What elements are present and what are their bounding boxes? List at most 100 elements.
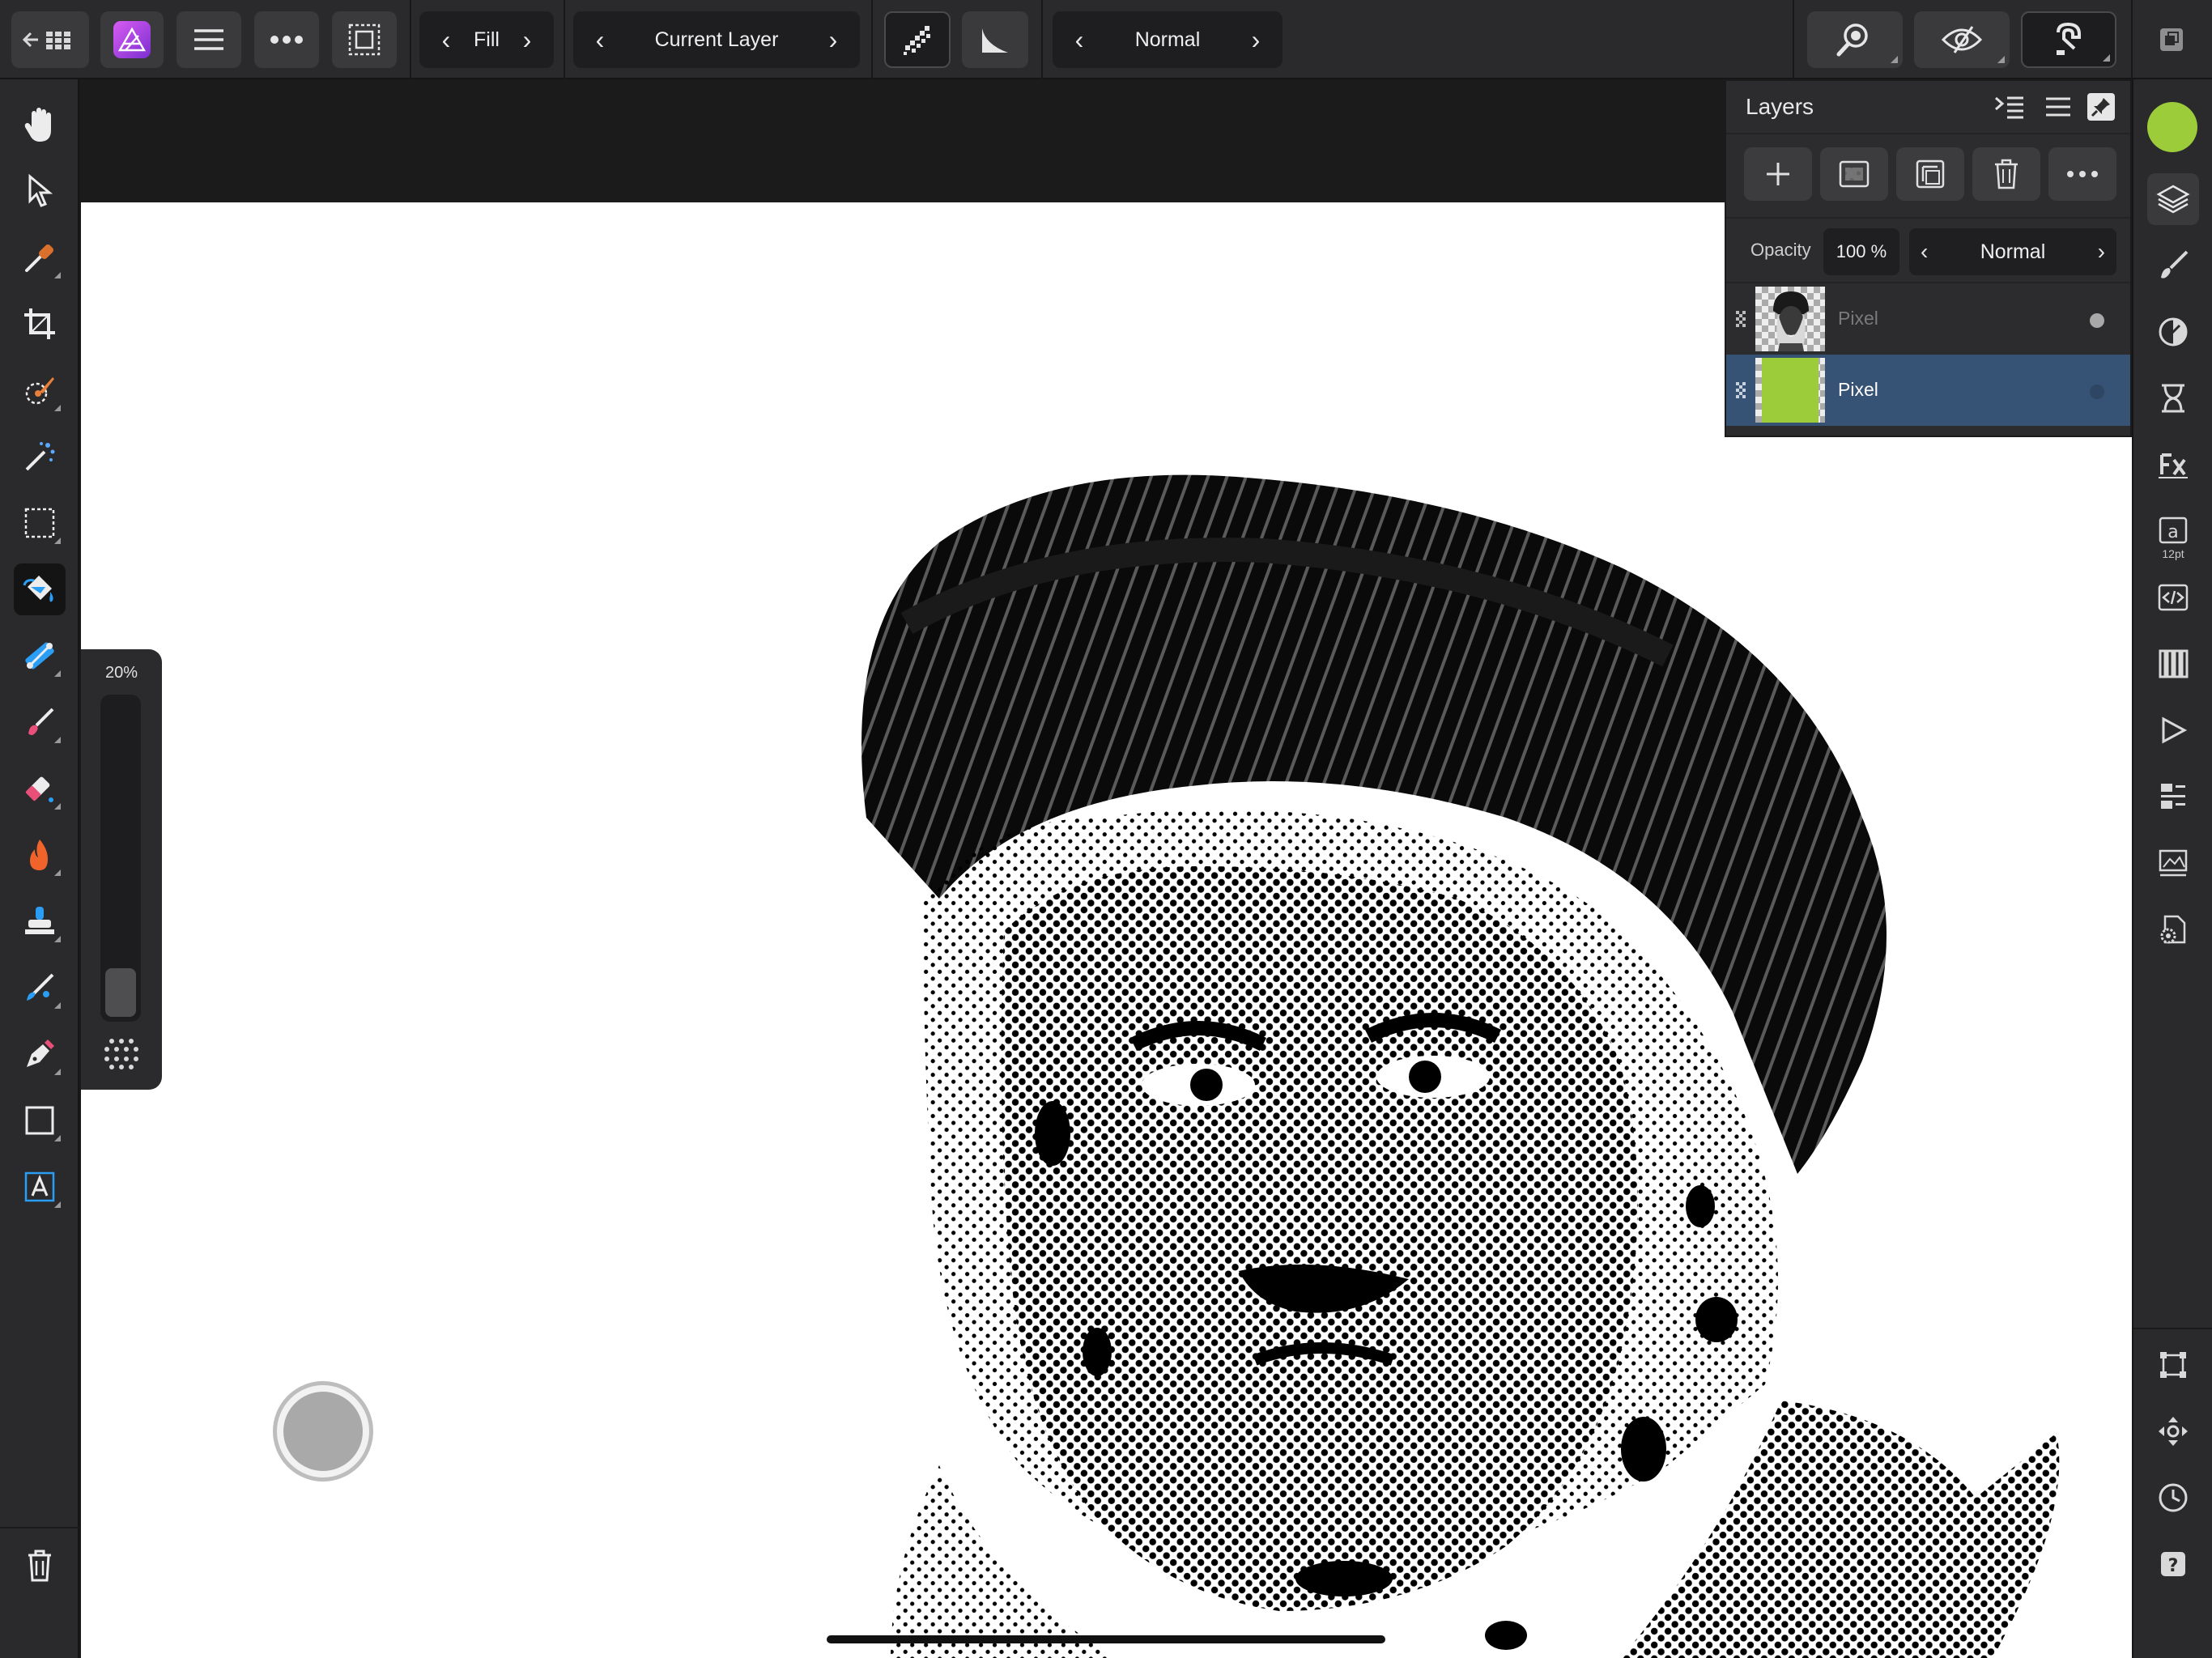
brush-width-value: 20% [104,664,138,682]
add-mask-button[interactable] [1820,147,1888,201]
flood-fill-tool[interactable] [14,563,66,615]
color-picker-tool[interactable] [14,232,66,283]
slider-settings-button[interactable] [102,1035,141,1073]
submenu-corner [54,405,61,411]
gradient-tool[interactable] [14,630,66,682]
transform-studio-button[interactable] [2147,1339,2199,1391]
studio-divider [2133,1328,2212,1329]
ramp-toggle[interactable] [962,11,1028,68]
home-button[interactable] [11,11,89,68]
view-tool[interactable] [14,99,66,151]
macro-studio-button[interactable] [2147,572,2199,623]
dodge-burn-tool[interactable] [14,829,66,881]
zoom-button[interactable] [1807,11,1903,68]
menu-icon [2046,97,2070,117]
layer-name: Pixel [1838,308,1878,329]
document-menu-button[interactable] [177,11,241,68]
selection-brush-tool[interactable] [14,364,66,416]
layer-visibility-toggle[interactable] [2090,385,2104,399]
chevron-left-icon[interactable]: ‹ [1067,11,1091,68]
slider-thumb[interactable] [105,968,136,1017]
document-settings-button[interactable] [2147,903,2199,955]
move-studio-button[interactable] [2147,1405,2199,1457]
layers-studio-button[interactable] [2147,173,2199,225]
selection-button[interactable] [332,11,397,68]
current-color-swatch[interactable] [2147,102,2197,152]
submenu-corner [54,803,61,810]
character-studio-button[interactable]: a 12pt [2147,505,2199,560]
layers-icon [2156,185,2190,214]
history-studio-button[interactable] [2147,372,2199,424]
chevron-left-icon[interactable]: ‹ [434,11,458,68]
text-tool[interactable] [14,1161,66,1213]
clone-tool[interactable] [14,895,66,947]
crop-tool[interactable] [14,298,66,350]
fill-mode-selector[interactable]: ‹ Fill › [419,11,554,68]
erase-brush-tool[interactable] [14,763,66,814]
modifier-shortcut-button[interactable] [273,1381,373,1482]
opacity-label: Opacity [1750,240,1811,260]
chevron-right-icon[interactable]: › [515,11,539,68]
more-button[interactable] [254,11,319,68]
chevron-right-icon[interactable]: › [2098,239,2105,265]
navigator-studio-button[interactable] [2147,771,2199,823]
macro-icon [2158,584,2189,611]
slider-track[interactable] [100,695,141,1022]
drag-handle-icon[interactable] [1734,309,1747,329]
dither-icon [904,26,930,55]
brush-icon [28,708,54,735]
swatches-studio-button[interactable] [2147,638,2199,690]
chevron-right-icon[interactable]: › [821,11,845,68]
snapping-button[interactable] [2021,11,2116,68]
marquee-tool[interactable] [14,497,66,549]
history-timeline-button[interactable] [2147,1472,2199,1524]
fx-studio-button[interactable] [2147,439,2199,491]
layer-row-selected[interactable]: Pixel [1726,355,2130,426]
brushes-studio-button[interactable] [2147,240,2199,291]
toolbar-separator [410,0,411,79]
dither-toggle[interactable] [884,11,951,68]
view-mode-button[interactable] [1914,11,2010,68]
rectangle-tool[interactable] [14,1095,66,1146]
panel-menu-button[interactable] [2042,91,2074,123]
delete-tool[interactable] [14,1540,66,1592]
pointer-icon [28,173,53,207]
toolbar-separator [2131,0,2133,79]
layer-row[interactable]: Pixel [1726,283,2130,355]
chevron-left-icon[interactable]: ‹ [1921,239,1928,265]
move-icon [2159,1417,2188,1446]
trash-icon [1995,159,2018,189]
group-icon [1916,159,1945,189]
blend-mode-selector[interactable]: ‹ Normal › [1053,11,1283,68]
layer-options-button[interactable] [2048,147,2116,201]
opacity-field[interactable]: 100 % [1823,228,1899,275]
layer-visibility-toggle[interactable] [2090,313,2104,328]
pen-tool[interactable] [14,1028,66,1080]
drag-handle-icon[interactable] [1734,380,1747,400]
add-layer-button[interactable] [1744,147,1812,201]
window-button[interactable] [2154,11,2189,68]
layer-blend-mode-selector[interactable]: ‹ Normal › [1909,228,2116,275]
stock-studio-button[interactable] [2147,837,2199,889]
adjustments-studio-button[interactable] [2147,306,2199,358]
move-tool[interactable] [14,165,66,217]
healing-tool[interactable] [14,962,66,1014]
toolbar-separator [1041,0,1043,79]
play-studio-button[interactable] [2147,704,2199,756]
help-button[interactable]: ? [2147,1538,2199,1590]
collapse-panel-button[interactable] [1993,91,2026,123]
chevron-right-icon[interactable]: › [1244,11,1268,68]
source-selector[interactable]: ‹ Current Layer › [573,11,860,68]
brush-width-slider[interactable]: 20% [81,649,162,1090]
home-indicator[interactable] [827,1635,1385,1643]
chevron-left-icon[interactable]: ‹ [588,11,612,68]
persona-button[interactable] [100,11,164,68]
paint-brush-tool[interactable] [14,696,66,748]
gradient-icon [25,642,54,670]
delete-layer-button[interactable] [1972,147,2040,201]
flood-select-tool[interactable] [14,431,66,483]
pin-panel-button[interactable] [2087,93,2115,121]
hand-icon [24,108,51,142]
group-layers-button[interactable] [1896,147,1964,201]
navigator-icon [2161,784,2185,809]
